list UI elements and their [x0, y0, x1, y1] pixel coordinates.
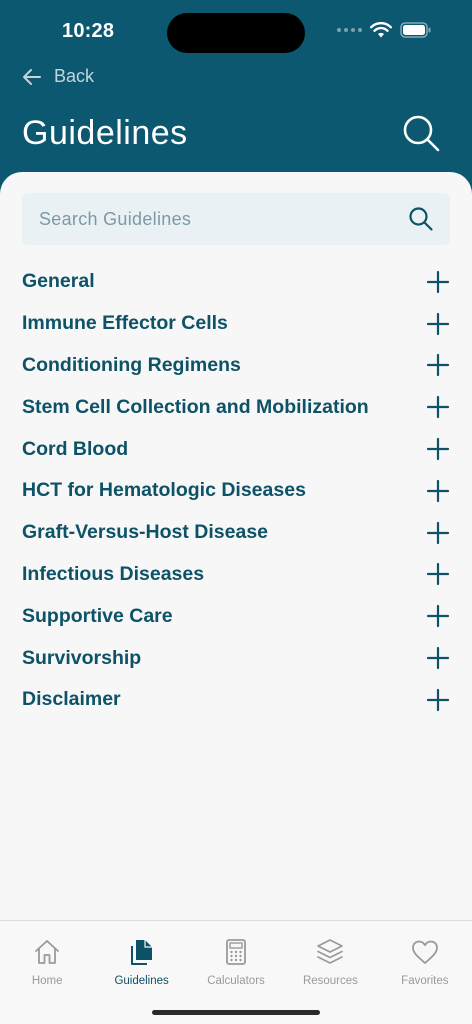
- plus-icon: [426, 396, 450, 419]
- search-icon: [403, 115, 440, 152]
- arrow-left-icon: [23, 68, 41, 85]
- list-item[interactable]: Immune Effector Cells: [0, 303, 472, 345]
- back-button[interactable]: Back: [22, 66, 94, 87]
- list-item-label: General: [22, 270, 95, 293]
- plus-icon: [426, 354, 450, 377]
- list-item[interactable]: General: [0, 261, 472, 303]
- status-time: 10:28: [62, 20, 115, 42]
- tab-label: Resources: [302, 975, 358, 987]
- list-item-label: Supportive Care: [22, 604, 173, 627]
- list-item-label: Disclaimer: [22, 688, 121, 711]
- search-bar: [22, 193, 450, 245]
- tab-label: Favorites: [401, 975, 449, 987]
- header-search-button[interactable]: [402, 114, 442, 154]
- list-item[interactable]: Supportive Care: [0, 595, 472, 637]
- tab-label: Home: [31, 975, 63, 987]
- wifi-icon: [370, 22, 392, 38]
- tab-bar: Home Guidelines Calculators Resources Fa…: [0, 920, 472, 1024]
- plus-icon: [426, 563, 450, 586]
- list-item[interactable]: Infectious Diseases: [0, 554, 472, 596]
- dynamic-island: [167, 13, 305, 53]
- plus-icon: [426, 270, 450, 293]
- list-item-label: Survivorship: [22, 646, 142, 669]
- battery-icon: [400, 22, 431, 38]
- status-icons: [337, 22, 432, 38]
- tab-guidelines[interactable]: Guidelines: [94, 921, 188, 1001]
- content-sheet: General Immune Effector Cells Conditioni…: [0, 172, 472, 1024]
- tab-favorites[interactable]: Favorites: [378, 921, 472, 1001]
- search-input[interactable]: [22, 193, 408, 245]
- list-item[interactable]: Disclaimer: [0, 679, 472, 721]
- layers-icon: [317, 939, 344, 964]
- home-indicator[interactable]: [152, 1010, 320, 1015]
- list-item-label: HCT for Hematologic Diseases: [22, 479, 306, 502]
- calculator-icon: [226, 939, 246, 965]
- list-item[interactable]: HCT for Hematologic Diseases: [0, 470, 472, 512]
- list-item-label: Stem Cell Collection and Mobilization: [22, 395, 369, 418]
- plus-icon: [426, 437, 450, 461]
- plus-icon: [426, 479, 450, 502]
- page-title: Guidelines: [22, 114, 188, 152]
- plus-icon: [426, 688, 450, 711]
- list-item-label: Conditioning Regimens: [22, 353, 241, 376]
- heart-icon: [411, 940, 438, 964]
- plus-icon: [426, 521, 450, 544]
- list-item-label: Infectious Diseases: [22, 562, 205, 585]
- list-item[interactable]: Stem Cell Collection and Mobilization: [0, 386, 472, 428]
- documents-icon: [130, 940, 152, 965]
- back-label: Back: [54, 66, 95, 86]
- list-item[interactable]: Cord Blood: [0, 428, 472, 470]
- cellular-signal-icon: [337, 28, 362, 32]
- list-item-label: Graft-Versus-Host Disease: [22, 521, 269, 544]
- list-item-label: Cord Blood: [22, 437, 129, 460]
- search-icon[interactable]: [408, 206, 434, 232]
- list-item[interactable]: Survivorship: [0, 637, 472, 679]
- plus-icon: [426, 312, 450, 335]
- list-item[interactable]: Graft-Versus-Host Disease: [0, 512, 472, 554]
- tab-resources[interactable]: Resources: [283, 921, 377, 1001]
- plus-icon: [426, 646, 450, 670]
- home-icon: [35, 940, 60, 964]
- guideline-list: General Immune Effector Cells Conditioni…: [0, 261, 472, 721]
- plus-icon: [426, 605, 450, 628]
- list-item[interactable]: Conditioning Regimens: [0, 345, 472, 387]
- list-item-label: Immune Effector Cells: [22, 312, 228, 335]
- tab-home[interactable]: Home: [0, 921, 94, 1001]
- tab-calculators[interactable]: Calculators: [189, 921, 283, 1001]
- tab-label: Guidelines: [114, 975, 169, 987]
- tab-label: Calculators: [207, 975, 265, 987]
- status-bar: 10:28: [0, 0, 472, 64]
